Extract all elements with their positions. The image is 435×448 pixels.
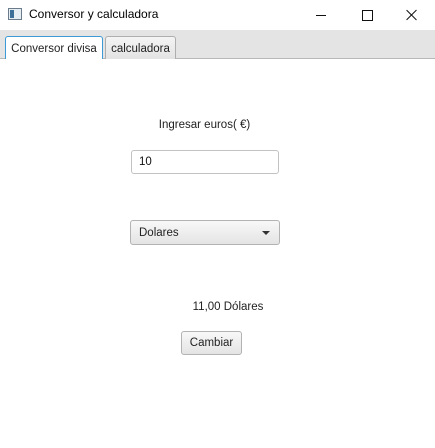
change-button[interactable]: Cambiar <box>181 331 242 355</box>
euro-input-label: Ingresar euros( €) <box>158 119 251 131</box>
minimize-icon <box>316 14 326 16</box>
tab-conversor-divisa[interactable]: Conversor divisa <box>5 36 103 61</box>
tab-calculadora[interactable]: calculadora <box>105 36 176 60</box>
title-bar[interactable]: Conversor y calculadora <box>0 0 435 30</box>
currency-select[interactable]: Dolares <box>130 220 280 245</box>
close-button[interactable] <box>389 0 435 30</box>
converter-panel: Ingresar euros( €) Dolares 11,00 Dólares… <box>0 59 435 448</box>
app-icon <box>8 8 22 20</box>
currency-selected-value: Dolares <box>139 226 179 239</box>
maximize-button[interactable] <box>344 0 390 30</box>
conversion-result: 11,00 Dólares <box>192 301 264 313</box>
chevron-down-icon <box>262 231 270 235</box>
app-window: Conversor y calculadora Conversor divisa… <box>0 0 435 448</box>
close-icon <box>406 9 418 21</box>
window-title: Conversor y calculadora <box>29 7 159 21</box>
tab-header: Conversor divisa calculadora <box>0 30 435 61</box>
minimize-button[interactable] <box>298 0 344 30</box>
euro-input[interactable] <box>131 150 279 174</box>
maximize-icon <box>361 9 373 21</box>
